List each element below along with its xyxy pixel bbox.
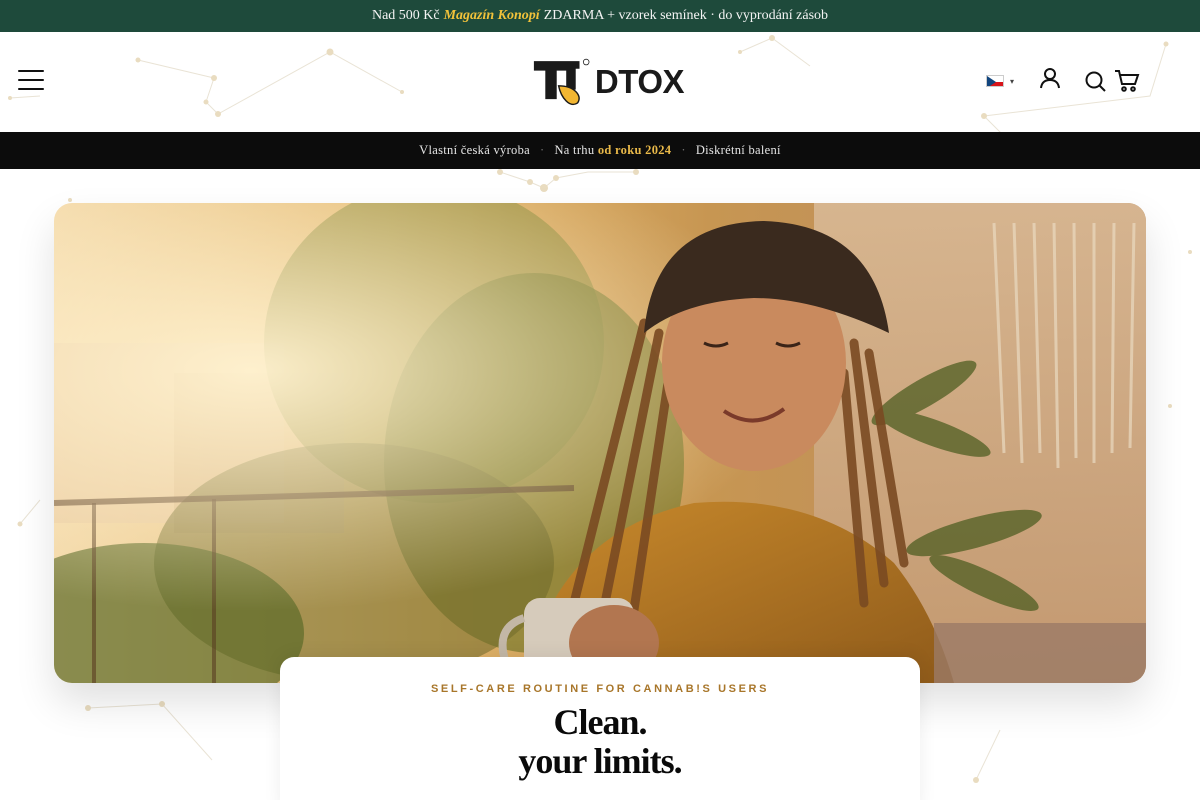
logo-mark-icon bbox=[533, 58, 590, 106]
hero-headline-line1: Clean. bbox=[553, 702, 648, 742]
hero-eyebrow: SELF-CARE ROUTINE FOR CANNAB!S USERS bbox=[430, 683, 770, 695]
usp-item-market-highlight: od roku 2024 bbox=[597, 143, 672, 157]
usp-item-market-prefix: Na trhu bbox=[554, 143, 595, 157]
usp-item-production: Vlastní česká výroba bbox=[419, 143, 530, 157]
announcement-prefix: Nad 500 Kč bbox=[371, 8, 440, 23]
czech-flag-icon bbox=[986, 75, 1004, 87]
hero-headline-line2: your limits. bbox=[518, 741, 682, 781]
usp-item-packaging: Diskrétní balení bbox=[695, 143, 781, 157]
announcement-suffix: ZDARMA + vzorek semínek · do vyprodání z… bbox=[543, 8, 829, 23]
hero-headline: Clean. your limits. bbox=[280, 703, 920, 781]
hero-content-card: SELF-CARE ROUTINE FOR CANNAB!S USERS Cle… bbox=[280, 657, 920, 800]
hero-image bbox=[54, 203, 1146, 683]
usp-separator: · bbox=[539, 143, 545, 157]
language-switcher[interactable]: ▾ bbox=[986, 74, 1018, 88]
announcement-bar[interactable]: Nad 500 Kč Magazín Konopí ZDARMA + vzore… bbox=[0, 0, 1200, 32]
usp-strip: Vlastní česká výroba · Na trhu od roku 2… bbox=[0, 132, 1200, 169]
cart-icon[interactable] bbox=[1114, 69, 1140, 98]
announcement-highlight-link[interactable]: Magazín Konopí bbox=[444, 8, 540, 24]
user-icon[interactable] bbox=[1038, 66, 1062, 95]
hamburger-menu-icon[interactable] bbox=[18, 70, 44, 90]
site-header: DTOX ▾ bbox=[0, 32, 1200, 132]
usp-item-market: Na trhu od roku 2024 bbox=[554, 143, 671, 158]
usp-separator: · bbox=[681, 143, 686, 157]
search-icon[interactable] bbox=[1083, 69, 1107, 98]
brand-logo[interactable]: DTOX bbox=[532, 56, 685, 108]
chevron-down-icon: ▾ bbox=[1010, 76, 1015, 86]
brand-name: DTOX bbox=[594, 63, 685, 100]
